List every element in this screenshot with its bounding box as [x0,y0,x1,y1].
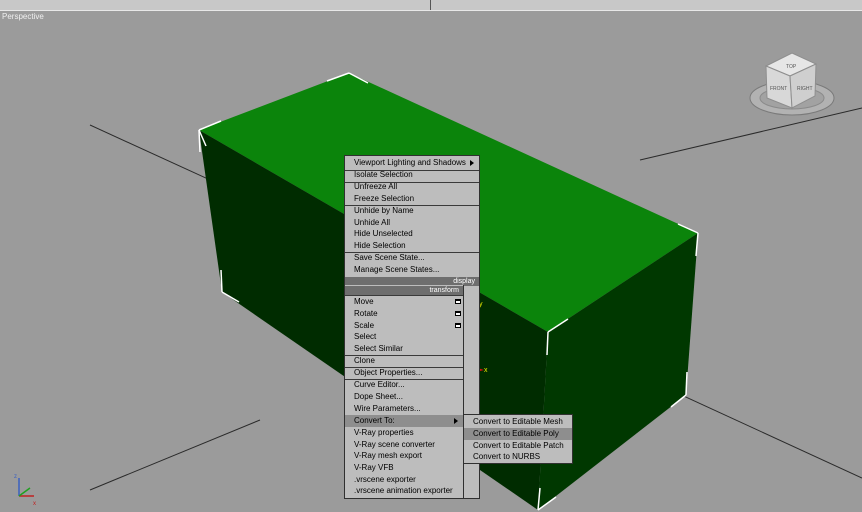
settings-box-icon[interactable] [455,311,461,316]
menu-item-convert-nurbs[interactable]: Convert to NURBS [464,451,572,463]
menu-item-freeze-selection[interactable]: Freeze Selection [345,193,479,205]
menu-item-object-properties[interactable]: Object Properties... [345,367,463,379]
menu-item-convert-editable-mesh[interactable]: Convert to Editable Mesh [464,416,572,428]
axis-x-label: x [484,367,488,374]
submenu-arrow-icon [470,160,474,166]
settings-box-icon[interactable] [455,323,461,328]
menu-item-convert-to[interactable]: Convert To: [345,415,463,427]
svg-text:x: x [33,501,36,507]
submenu-arrow-icon [454,418,458,424]
menu-item-vrscene-animation-exporter[interactable]: .vrscene animation exporter [345,485,463,497]
menu-item-vray-vfb[interactable]: V-Ray VFB [345,462,463,474]
menu-item-clone[interactable]: Clone [345,355,463,367]
menu-item-wire-parameters[interactable]: Wire Parameters... [345,403,463,415]
menu-item-hide-unselected[interactable]: Hide Unselected [345,228,479,240]
menu-item-save-scene-state[interactable]: Save Scene State... [345,252,479,264]
perspective-viewport[interactable]: y x TOP FRONT RIGHT z x Perspective View… [0,0,862,512]
menu-item-select[interactable]: Select [345,331,463,343]
viewcube-right-label: RIGHT [797,86,813,92]
menu-item-manage-scene-states[interactable]: Manage Scene States... [345,264,479,276]
menu-item-hide-selection[interactable]: Hide Selection [345,240,479,252]
menu-item-rotate[interactable]: Rotate [345,308,463,320]
viewcube[interactable]: TOP FRONT RIGHT [749,52,835,116]
menu-item-unhide-by-name[interactable]: Unhide by Name [345,205,479,217]
menu-item-move[interactable]: Move [345,296,463,308]
menu-item-dope-sheet[interactable]: Dope Sheet... [345,391,463,403]
convert-to-submenu: Convert to Editable Mesh Convert to Edit… [463,414,573,464]
menu-item-convert-editable-poly[interactable]: Convert to Editable Poly [464,428,572,440]
menu-item-vray-mesh-export[interactable]: V-Ray mesh export [345,450,463,462]
svg-text:z: z [14,474,17,480]
transform-quad-menu: transform Move Rotate Scale Select Selec… [344,285,464,499]
menu-item-unfreeze-all[interactable]: Unfreeze All [345,181,479,193]
menu-item-curve-editor[interactable]: Curve Editor... [345,379,463,391]
viewcube-front-label: FRONT [770,86,787,92]
transform-menu-header: transform [345,286,463,295]
settings-box-icon[interactable] [455,299,461,304]
menu-item-select-similar[interactable]: Select Similar [345,343,463,355]
menu-item-viewport-lighting[interactable]: Viewport Lighting and Shadows [345,157,479,169]
menu-item-isolate-selection[interactable]: Isolate Selection [345,169,479,181]
menu-item-vray-properties[interactable]: V-Ray properties [345,427,463,439]
viewport-label[interactable]: Perspective [2,12,44,21]
axis-tripod-icon: z x [14,474,36,507]
viewcube-top-label: TOP [786,64,797,70]
